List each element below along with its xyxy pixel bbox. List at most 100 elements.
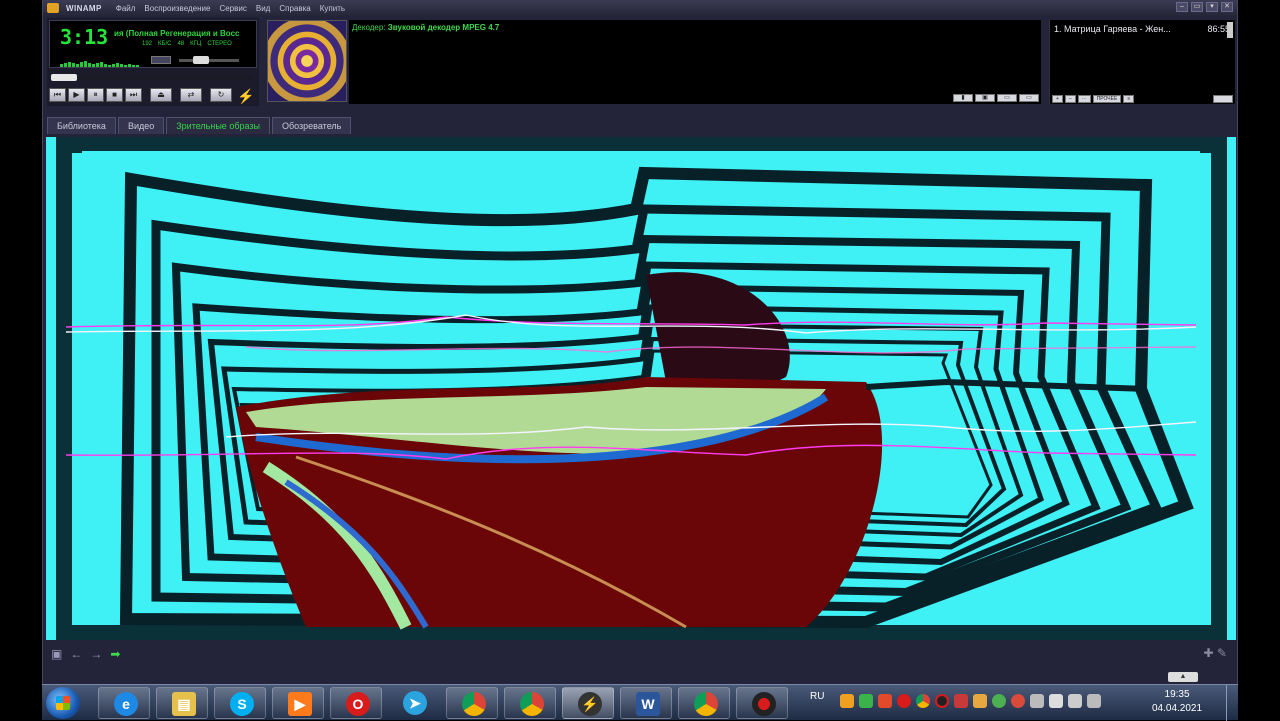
repeat-icon[interactable]: ↻ — [210, 88, 232, 102]
shuffle-icon[interactable]: ⇄ — [180, 88, 202, 102]
song-title: ия (Полная Регенерация и Восс — [114, 29, 240, 38]
spectrum-bar — [76, 64, 79, 67]
network-icon[interactable] — [1068, 694, 1082, 708]
playlist-item-title: 1. Матрица Гаряева - Жен... — [1054, 24, 1171, 34]
media-button[interactable]: ▶ — [272, 687, 324, 719]
winamp-button[interactable]: ⚡ — [562, 687, 614, 719]
tab-browser[interactable]: Обозреватель — [271, 117, 352, 134]
start-button[interactable] — [46, 687, 80, 719]
show-hidden-icon[interactable]: ▲ — [1168, 672, 1198, 682]
playlist-item[interactable]: 1. Матрица Гаряева - Жен... 86:55 — [1054, 24, 1230, 34]
visualization-canvas[interactable] — [46, 137, 1236, 640]
forward-icon[interactable]: → — [90, 647, 102, 661]
spectrum-analyzer[interactable] — [60, 61, 140, 67]
tray-icon-8[interactable] — [973, 694, 987, 708]
ie-button[interactable]: e — [98, 687, 150, 719]
stop-icon[interactable]: ■ — [106, 88, 123, 102]
tray-icon-1[interactable] — [840, 694, 854, 708]
chrome-button[interactable] — [446, 687, 498, 719]
clock-date: 04.04.2021 — [1152, 703, 1203, 714]
play-icon[interactable]: ▶ — [68, 88, 85, 102]
clock[interactable]: 19:35 04.04.2021 — [1152, 688, 1202, 716]
close-icon[interactable]: ✕ — [1221, 2, 1233, 12]
tray-icon-5[interactable] — [916, 694, 930, 708]
menu-view[interactable]: Вид — [256, 4, 270, 13]
explorer-button[interactable]: ▤ — [156, 687, 208, 719]
spectrum-bar — [92, 64, 95, 67]
shade-icon[interactable]: ▭ — [1191, 2, 1203, 12]
language-indicator[interactable]: RU — [810, 691, 824, 702]
playlist-panel: 1. Матрица Гаряева - Жен... 86:55 + – ··… — [1049, 20, 1235, 104]
word-icon: W — [636, 692, 660, 716]
next-icon[interactable]: ⏭ — [125, 88, 142, 102]
tab-video[interactable]: Видео — [117, 117, 165, 134]
volume-icon[interactable] — [1030, 694, 1044, 708]
menu-playback[interactable]: Воспроизведение — [144, 4, 210, 13]
spectrum-bar — [88, 63, 91, 67]
minimize-icon[interactable]: – — [1176, 2, 1188, 12]
tray-icon-7[interactable] — [954, 694, 968, 708]
channels-label: СТЕРЕО — [207, 41, 232, 47]
winamp-window: WINAMP Файл Воспроизведение Сервис Вид С… — [42, 0, 1238, 684]
previous-icon[interactable]: ⏮ — [49, 88, 66, 102]
telegram-button[interactable]: ➤ — [388, 687, 440, 719]
lightning-icon[interactable]: ⚡ — [237, 88, 254, 105]
toggle-panel-icon[interactable]: ▣ — [51, 647, 62, 661]
playlist-scrollbar[interactable] — [1227, 22, 1233, 38]
tab-library[interactable]: Библиотека — [47, 117, 116, 134]
back-icon[interactable]: ← — [70, 647, 82, 661]
tray-icon-4[interactable] — [897, 694, 911, 708]
tray-icon-9[interactable] — [992, 694, 1006, 708]
opera-button[interactable]: O — [330, 687, 382, 719]
bitrate-unit: КБ/С — [158, 41, 172, 47]
menu-tools[interactable]: Сервис — [219, 4, 246, 13]
show-desktop-button[interactable] — [1226, 685, 1238, 721]
tray-icon-3[interactable] — [878, 694, 892, 708]
chrome-button-3[interactable] — [678, 687, 730, 719]
tab-visualization[interactable]: Зрительные образы — [166, 117, 270, 134]
playlist-remove-button[interactable]: – — [1064, 95, 1076, 103]
decoder-value: Звуковой декодер MPEG 4.7 — [387, 23, 500, 32]
skype-button[interactable]: S — [214, 687, 266, 719]
title-bar[interactable]: WINAMP Файл Воспроизведение Сервис Вид С… — [43, 0, 1237, 16]
eq-toggle-button[interactable] — [151, 56, 171, 64]
tray-icon-6[interactable] — [935, 694, 949, 708]
playlist-list-button[interactable]: ≡ — [1123, 95, 1135, 103]
seek-handle[interactable] — [51, 74, 77, 81]
info-button-1[interactable]: ▮ — [953, 94, 973, 102]
playlist-options-button[interactable] — [1213, 95, 1233, 103]
telegram-icon: ➤ — [403, 691, 427, 715]
album-art[interactable] — [267, 20, 347, 102]
restore-icon[interactable]: ▾ — [1206, 2, 1218, 12]
chrome-button-2[interactable] — [504, 687, 556, 719]
spectrum-bar — [116, 63, 119, 67]
sound-icon[interactable] — [1087, 694, 1101, 708]
flag-icon[interactable] — [1049, 694, 1063, 708]
eject-icon[interactable]: ⏏ — [150, 88, 172, 102]
spectrum-bar — [68, 62, 71, 67]
settings-icon[interactable]: ✚ ✎ — [1204, 646, 1227, 660]
seek-bar[interactable] — [51, 74, 253, 81]
samplerate-unit: КГЦ — [190, 41, 202, 47]
tray-icon-10[interactable] — [1011, 694, 1025, 708]
word-button[interactable]: W — [620, 687, 672, 719]
pause-icon[interactable]: ⏸ — [87, 88, 104, 102]
info-button-3[interactable]: ▭ — [997, 94, 1017, 102]
menu-file[interactable]: Файл — [116, 4, 136, 13]
volume-slider[interactable] — [179, 56, 239, 64]
playback-time[interactable]: 3:13 — [60, 25, 108, 49]
menu-buy[interactable]: Купить — [320, 4, 345, 13]
playlist-add-button[interactable]: + — [1052, 95, 1063, 103]
spectrum-bar — [112, 64, 115, 67]
recorder-button[interactable] — [736, 687, 788, 719]
menu-help[interactable]: Справка — [279, 4, 310, 13]
playlist-select-button[interactable]: ··· — [1077, 95, 1091, 103]
info-button-2[interactable]: ▣ — [975, 94, 995, 102]
volume-handle[interactable] — [193, 56, 209, 64]
info-button-4[interactable]: ▭ — [1019, 94, 1039, 102]
tray-icon-2[interactable] — [859, 694, 873, 708]
send-icon[interactable]: ➡ — [110, 647, 120, 661]
app-name: WINAMP — [66, 3, 102, 13]
playlist-misc-button[interactable]: ПРОЧЕЕ — [1092, 95, 1122, 103]
spectrum-bar — [96, 63, 99, 67]
